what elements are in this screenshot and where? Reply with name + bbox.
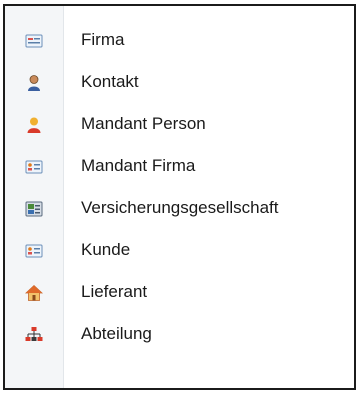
client-company-card-icon [25,160,43,174]
menu-item-label: Mandant Person [81,114,206,133]
menu-item-mandant-person[interactable]: Mandant Person [5,104,354,144]
menu-item-label: Firma [81,30,125,49]
company-card-icon [25,34,43,48]
menu-item-label: Abteilung [81,324,152,343]
customer-card-icon [25,244,43,258]
menu-item-label: Mandant Firma [81,156,196,175]
menu-item-abteilung[interactable]: Abteilung [5,314,354,354]
menu-item-label: Kunde [81,240,131,259]
menu-item-lieferant[interactable]: Lieferant [5,272,354,312]
person-icon [28,75,40,91]
menu-item-label: Kontakt [81,72,139,91]
supplier-house-icon [25,284,43,301]
menu-item-firma[interactable]: Firma [5,20,354,60]
insurance-company-icon [25,201,43,217]
menu-item-label: Versicherungsgesellschaft [81,198,279,217]
menu-item-versicherungsgesellschaft[interactable]: Versicherungsgesellschaft [5,188,354,228]
client-person-icon [27,117,41,133]
menu-item-kontakt[interactable]: Kontakt [5,62,354,102]
context-menu: Firma Kontakt Mandant Person Mandant Fir… [3,4,356,390]
org-chart-icon [25,327,43,341]
menu-item-label: Lieferant [81,282,148,301]
menu-item-mandant-firma[interactable]: Mandant Firma [5,146,354,186]
menu-item-kunde[interactable]: Kunde [5,230,354,270]
